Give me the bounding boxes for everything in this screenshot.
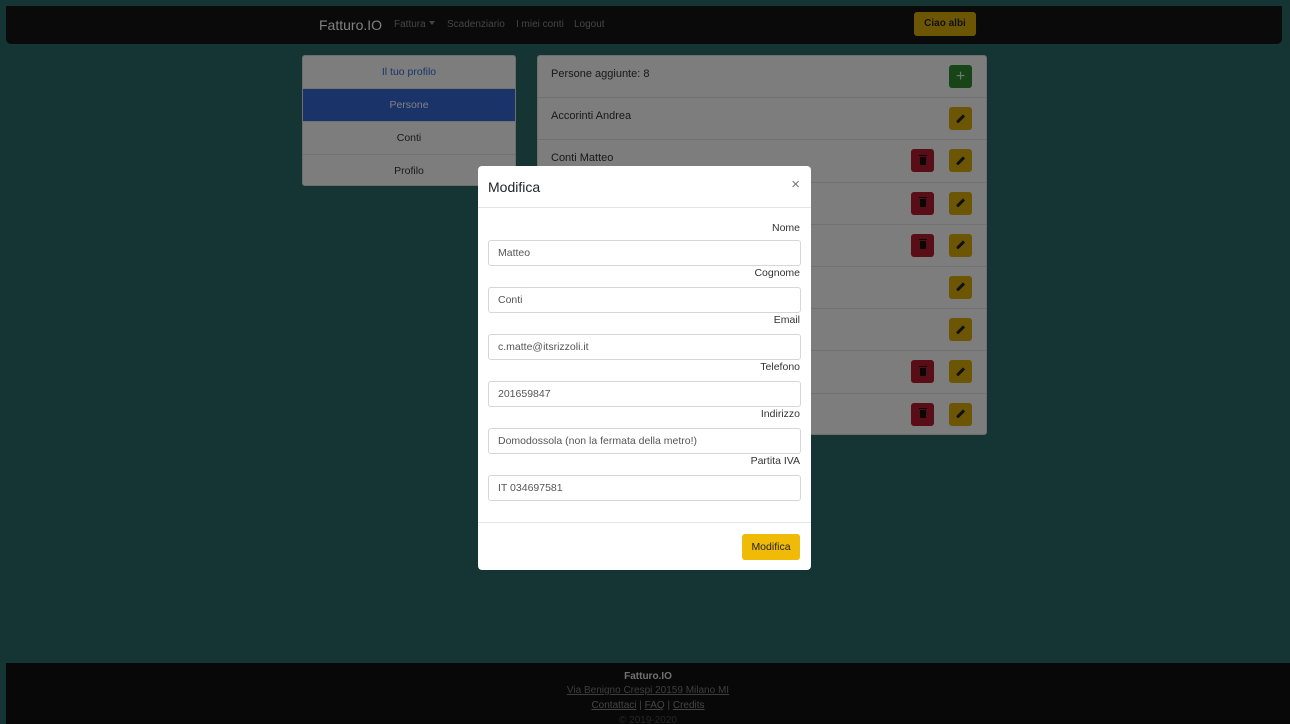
email-input[interactable] — [488, 334, 801, 360]
email-label: Email — [773, 314, 800, 326]
close-icon[interactable]: × — [791, 176, 800, 193]
cognome-label: Cognome — [754, 267, 800, 279]
modifica-submit-button[interactable]: Modifica — [742, 534, 800, 560]
modal-header: Modifica × — [478, 166, 811, 208]
partita-iva-input[interactable] — [488, 475, 801, 501]
partita-iva-label: Partita IVA — [750, 455, 800, 467]
telefono-label: Telefono — [760, 361, 800, 373]
modal-footer: Modifica — [478, 522, 811, 570]
indirizzo-input[interactable] — [488, 428, 801, 454]
nome-input[interactable] — [488, 240, 801, 266]
modal-title: Modifica — [488, 179, 541, 195]
indirizzo-label: Indirizzo — [760, 408, 800, 420]
nome-label: Nome — [771, 222, 800, 234]
telefono-input[interactable] — [488, 381, 801, 407]
edit-person-modal: Modifica × Nome Cognome Email Telefono I… — [478, 166, 811, 570]
cognome-input[interactable] — [488, 287, 801, 313]
